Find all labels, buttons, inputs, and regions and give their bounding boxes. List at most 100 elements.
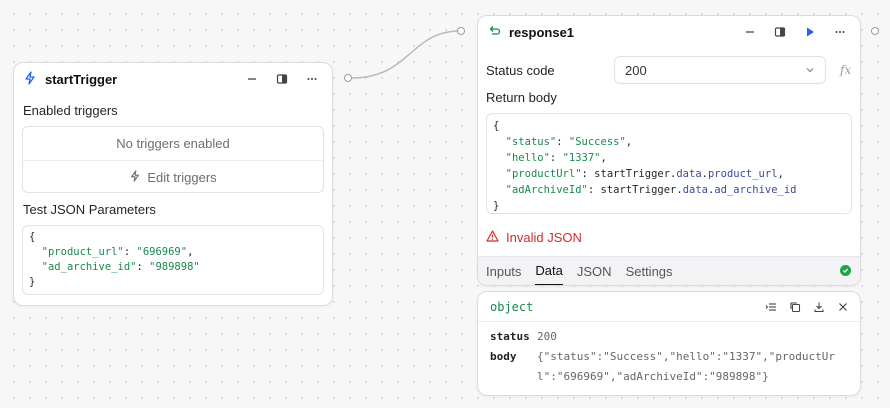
code-sep: : (581, 168, 595, 180)
collapse-list-icon[interactable] (762, 296, 780, 318)
code-sep: : (556, 136, 569, 148)
code-key: "product_url" (41, 246, 124, 258)
test-json-label: Test JSON Parameters (23, 202, 156, 217)
split-panel-icon[interactable] (271, 68, 293, 90)
code-string: "696969" (136, 246, 188, 258)
code-line: { (29, 230, 317, 245)
return-body-label: Return body (486, 90, 557, 105)
status-code-value: 200 (625, 62, 647, 78)
code-sep: : (587, 184, 601, 196)
node-tabs: Inputs Data JSON Settings (478, 256, 860, 285)
chevron-down-icon (805, 63, 815, 78)
code-key: "hello" (505, 152, 550, 164)
code-line: "hello": "1337", (493, 150, 845, 166)
code-line: } (493, 198, 845, 214)
code-sep: : (123, 246, 137, 258)
split-panel-icon[interactable] (769, 21, 791, 43)
output-type-label: object (490, 299, 534, 314)
output-rows: status 200 body {"status":"Success","hello"… (478, 322, 860, 387)
code-expression: startTrigger. (594, 168, 677, 180)
code-brace: } (29, 276, 36, 288)
code-property: data (682, 184, 708, 196)
json-error-message: Invalid JSON (486, 230, 852, 245)
edit-triggers-label: Edit triggers (147, 169, 217, 185)
output-value: 200 (537, 330, 557, 343)
output-port[interactable] (344, 74, 352, 82)
tab-settings[interactable]: Settings (626, 257, 673, 286)
more-options-icon[interactable] (829, 21, 851, 43)
code-end: , (625, 136, 633, 148)
download-icon[interactable] (810, 296, 828, 318)
output-value: {"status":"Success","hello":"1337","prod… (537, 350, 836, 383)
output-panel-header: object (478, 292, 860, 322)
minimize-icon[interactable] (739, 21, 761, 43)
output-panel: object status 200 body {"status":"Success",… (477, 291, 861, 396)
output-key: status (490, 330, 530, 343)
code-expression: startTrigger. (600, 184, 683, 196)
code-brace: } (493, 200, 500, 212)
edit-triggers-button[interactable]: Edit triggers (23, 160, 323, 193)
code-line: { (493, 118, 845, 134)
no-triggers-text: No triggers enabled (116, 136, 230, 151)
fx-toggle-button[interactable]: fx (840, 63, 851, 77)
code-string: "Success" (568, 136, 626, 148)
code-string: "1337" (562, 152, 601, 164)
code-brace: { (29, 231, 36, 243)
lightning-icon (23, 70, 37, 88)
lightning-icon (129, 169, 141, 185)
output-row: body {"status":"Success","hello":"1337","… (490, 347, 848, 387)
close-icon[interactable] (834, 296, 852, 318)
status-code-select[interactable]: 200 (614, 56, 826, 84)
code-property: data (676, 168, 702, 180)
tab-data[interactable]: Data (535, 257, 563, 285)
error-text: Invalid JSON (506, 230, 582, 245)
code-sep: : (549, 152, 563, 164)
output-port[interactable] (871, 27, 879, 35)
output-key: body (490, 350, 517, 363)
response-node-title: response1 (509, 24, 575, 40)
response-node-header: response1 (478, 16, 860, 48)
code-key: "status" (505, 136, 557, 148)
start-node-header: startTrigger (14, 63, 332, 95)
status-code-label: Status code (486, 62, 555, 78)
enabled-triggers-label: Enabled triggers (23, 103, 118, 118)
start-node-title: startTrigger (45, 71, 118, 87)
triggers-box: No triggers enabled Edit triggers (22, 126, 324, 193)
output-row: status 200 (490, 327, 848, 347)
code-brace: { (493, 120, 500, 132)
run-play-icon[interactable] (799, 21, 821, 43)
warning-icon (486, 230, 499, 245)
more-options-icon[interactable] (301, 68, 323, 90)
copy-icon[interactable] (786, 296, 804, 318)
code-key: "adArchiveId" (505, 184, 588, 196)
tab-inputs[interactable]: Inputs (486, 257, 521, 286)
start-trigger-node[interactable]: startTrigger Enabled triggers No trigger… (13, 62, 333, 306)
test-json-editor[interactable]: { "product_url": "696969", "ad_archive_i… (22, 225, 324, 295)
code-property: ad_archive_id (714, 184, 797, 196)
code-key: "ad_archive_id" (41, 261, 137, 273)
code-line: } (29, 275, 317, 290)
return-body-editor[interactable]: { "status": "Success", "hello": "1337", … (486, 113, 852, 214)
code-line: "productUrl": startTrigger.data.product_… (493, 166, 845, 182)
input-port[interactable] (457, 27, 465, 35)
minimize-icon[interactable] (241, 68, 263, 90)
code-property: product_url (707, 168, 778, 180)
code-string: "989898" (149, 261, 200, 273)
response-node[interactable]: response1 Status code 200 fx Return body… (477, 15, 861, 286)
code-end: , (600, 152, 607, 164)
code-end: , (777, 168, 784, 180)
code-line: "product_url": "696969", (29, 245, 317, 260)
code-line: "ad_archive_id": "989898" (29, 260, 317, 275)
code-line: "status": "Success", (493, 134, 845, 150)
success-check-icon (840, 265, 851, 276)
tab-json[interactable]: JSON (577, 257, 612, 286)
code-key: "productUrl" (505, 168, 582, 180)
code-line: "adArchiveId": startTrigger.data.ad_arch… (493, 182, 845, 198)
status-code-row: Status code 200 fx (486, 55, 852, 85)
